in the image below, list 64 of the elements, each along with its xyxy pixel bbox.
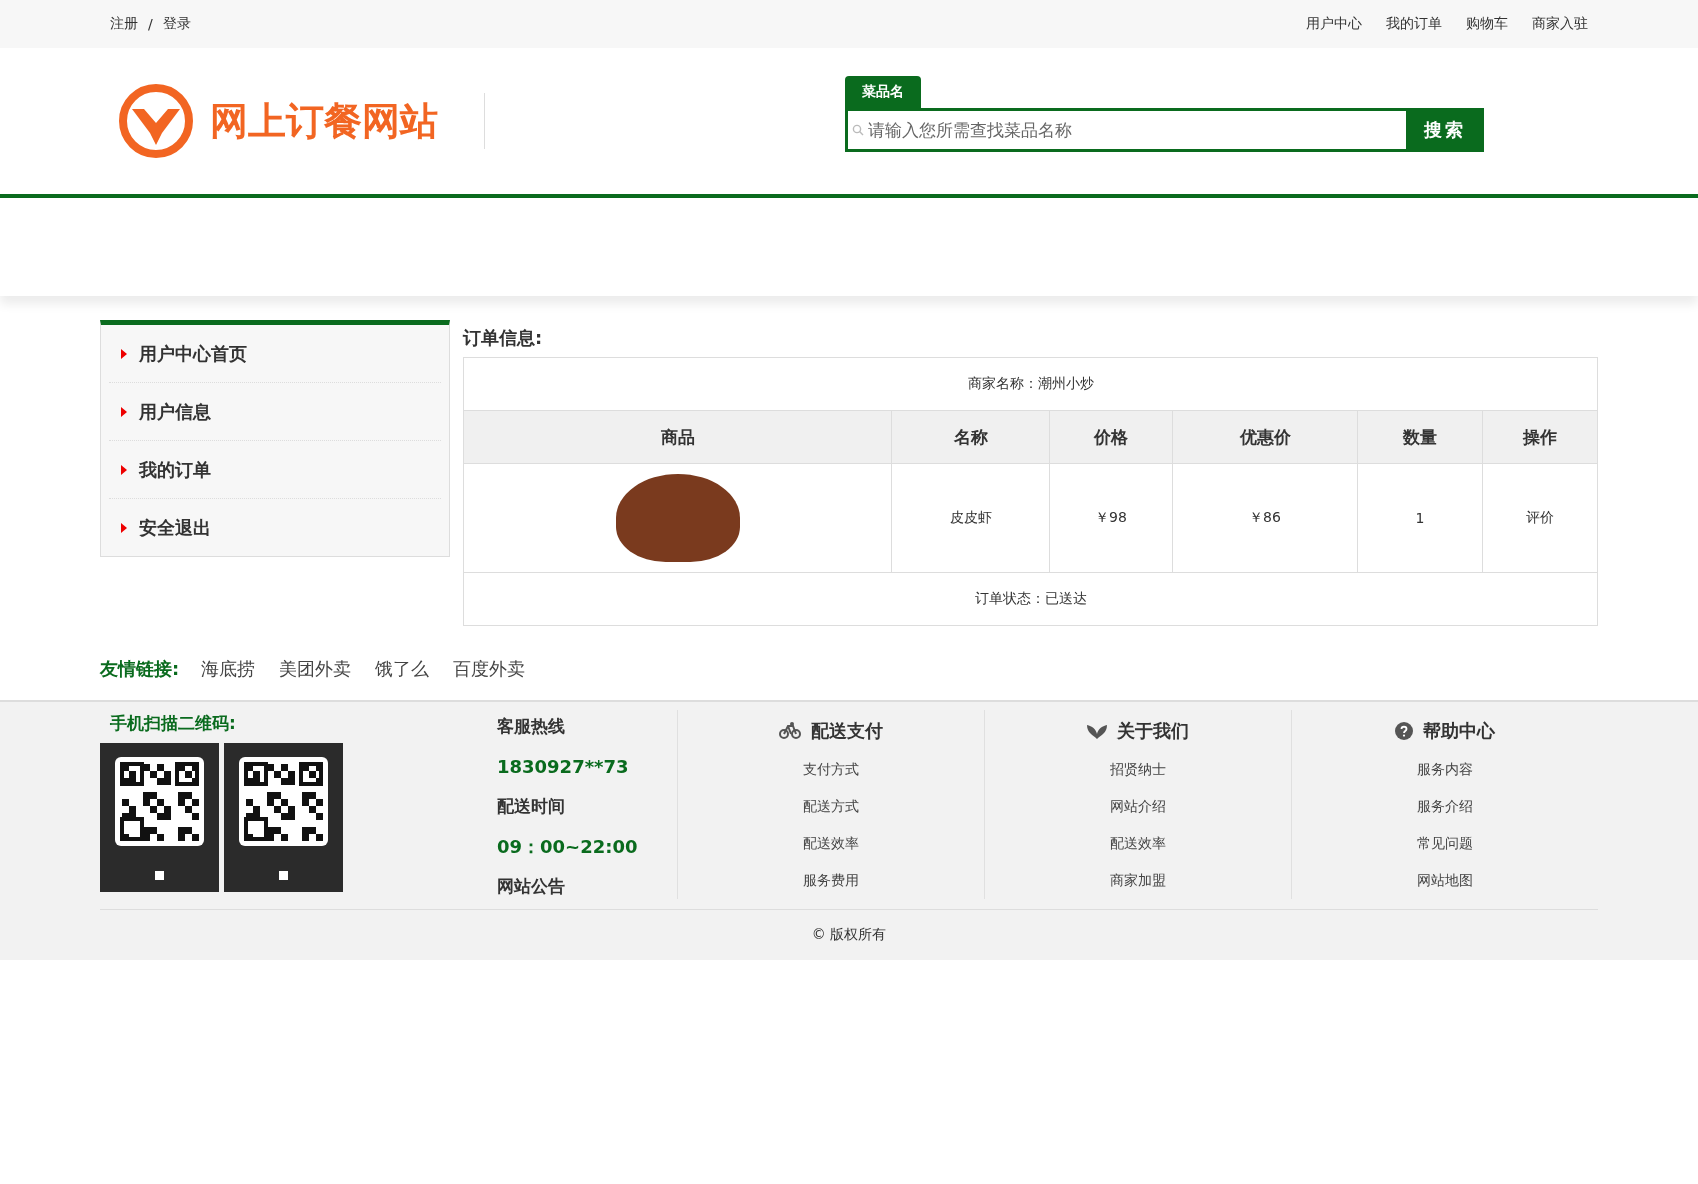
top-link[interactable]: 商家入驻: [1532, 15, 1588, 33]
footer-link[interactable]: 网站地图: [1417, 862, 1473, 899]
logo-icon: [118, 83, 194, 159]
separator: /: [148, 16, 153, 32]
review-link[interactable]: 评价: [1482, 463, 1598, 573]
friend-link[interactable]: 饿了么: [375, 657, 430, 681]
section-title: 订单信息:: [463, 326, 544, 350]
footer-link[interactable]: 常见问题: [1417, 825, 1473, 862]
footer-link[interactable]: 配送方式: [803, 788, 859, 825]
search-field[interactable]: 请输入您所需查找菜品名称: [845, 108, 1406, 152]
footer-link[interactable]: 配送效率: [803, 825, 859, 862]
footer-link[interactable]: 服务介绍: [1417, 788, 1473, 825]
footer-column-title: 帮助中心: [1423, 718, 1495, 743]
top-link[interactable]: 注册: [110, 15, 138, 33]
top-link[interactable]: 我的订单: [1386, 15, 1442, 33]
order-status: 订单状态：已送达: [463, 572, 1598, 626]
sidebar-item[interactable]: 我的订单: [109, 441, 441, 499]
table-cell: 皮皮虾: [891, 463, 1050, 573]
top-link[interactable]: 登录: [162, 15, 191, 33]
footer-link[interactable]: 网站介绍: [1110, 788, 1166, 825]
table-cell: 1: [1357, 463, 1483, 573]
copyright: © 版权所有: [811, 926, 887, 944]
sidebar-item[interactable]: 安全退出: [109, 499, 441, 556]
column-header: 操作: [1482, 410, 1598, 464]
contact-heading: 网站公告: [497, 874, 566, 898]
table-cell: ￥86: [1172, 463, 1358, 573]
triangle-icon: [121, 406, 127, 417]
sidebar-item[interactable]: 用户信息: [109, 383, 441, 441]
column-header: 名称: [891, 410, 1050, 464]
top-link[interactable]: 购物车: [1466, 15, 1508, 33]
triangle-icon: [121, 464, 127, 475]
triangle-icon: [121, 348, 127, 359]
sidebar-item[interactable]: 用户中心首页: [109, 325, 441, 383]
footer-link[interactable]: 配送效率: [1110, 825, 1166, 862]
qr-title: 手机扫描二维码:: [109, 712, 237, 735]
footer-column-title: 配送支付: [811, 718, 883, 743]
friend-links-label: 友情链接:: [100, 657, 180, 681]
triangle-icon: [121, 522, 127, 533]
footer-link[interactable]: 商家加盟: [1110, 862, 1166, 899]
contact-heading: 配送时间: [497, 794, 566, 818]
merchant-name: 商家名称：潮州小炒: [463, 357, 1598, 411]
search-button[interactable]: 搜索: [1406, 108, 1484, 152]
leaf-icon: [1087, 722, 1107, 739]
contact-heading: 客服热线: [497, 715, 566, 738]
friend-link[interactable]: 美团外卖: [279, 657, 352, 681]
top-link[interactable]: 用户中心: [1306, 15, 1362, 33]
friend-link[interactable]: 百度外卖: [453, 657, 526, 681]
footer-link[interactable]: 招贤纳士: [1110, 751, 1166, 788]
search-tab[interactable]: 菜品名: [845, 76, 921, 108]
friend-link[interactable]: 海底捞: [201, 657, 256, 681]
column-header: 优惠价: [1172, 410, 1358, 464]
column-header: 商品: [463, 410, 892, 464]
column-header: 数量: [1357, 410, 1483, 464]
bicycle-icon: [779, 721, 801, 740]
contact-value: 1830927**73: [497, 755, 630, 780]
table-cell: ￥98: [1049, 463, 1173, 573]
footer-link[interactable]: 服务费用: [803, 862, 859, 899]
site-name: 网上订餐网站: [210, 97, 438, 145]
contact-value: 09：00~22:00: [497, 835, 639, 860]
footer-link[interactable]: 支付方式: [803, 751, 859, 788]
help-icon: [1395, 721, 1413, 740]
column-header: 价格: [1049, 410, 1173, 464]
footer-link[interactable]: 服务内容: [1417, 751, 1473, 788]
footer-column-title: 关于我们: [1117, 718, 1189, 743]
